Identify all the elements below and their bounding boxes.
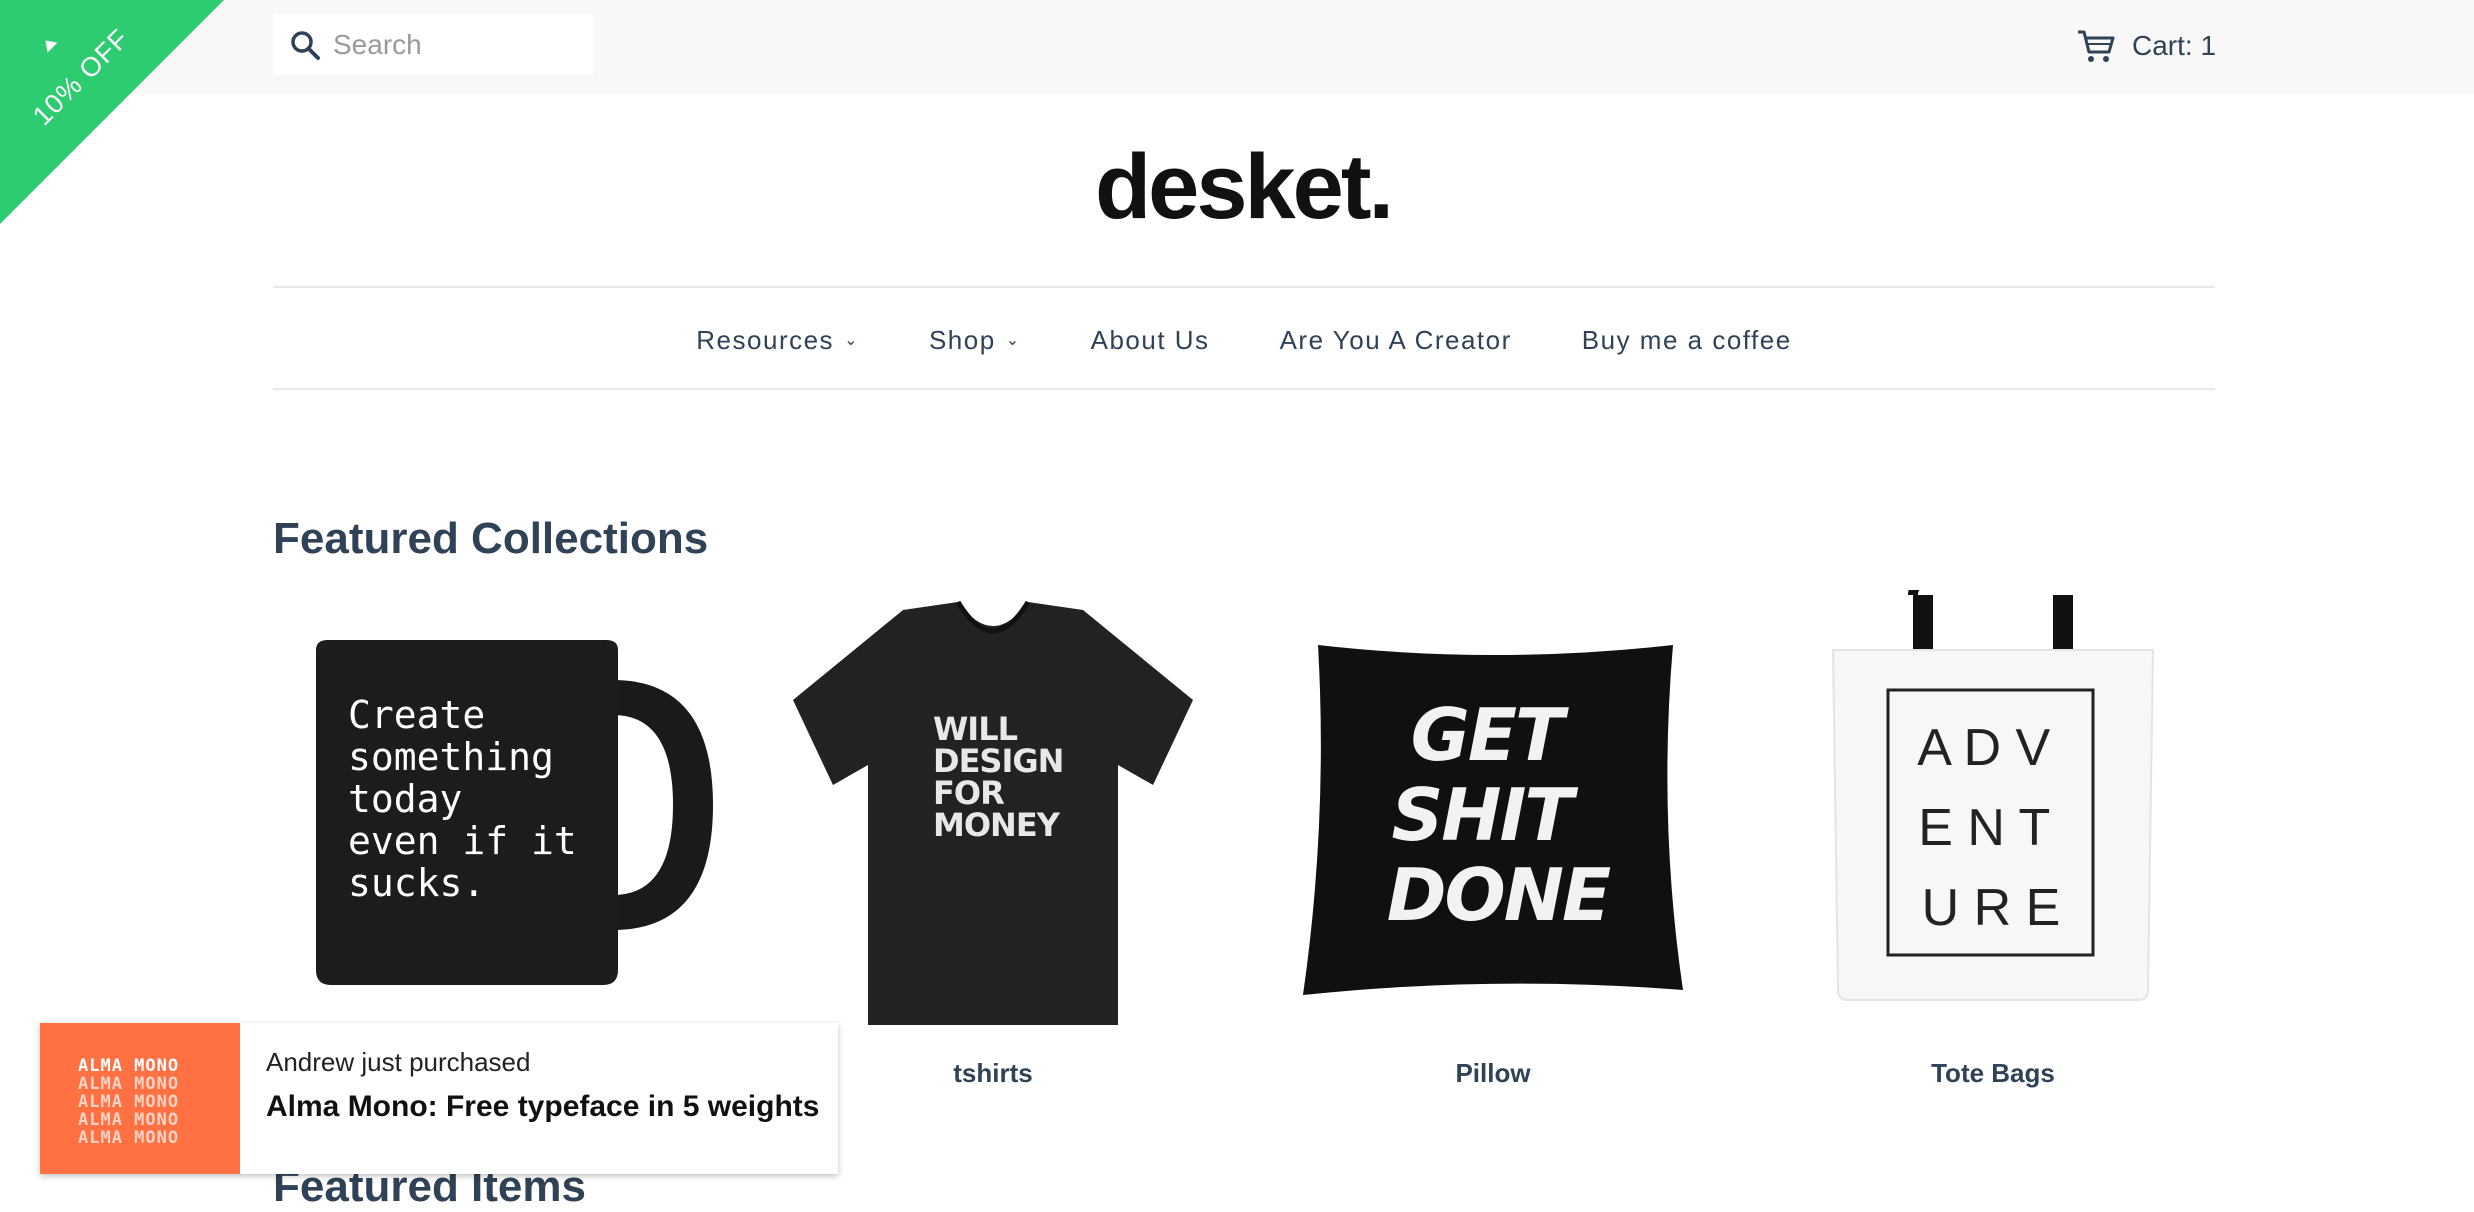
thumb-text-line: ALMA MONO — [78, 1092, 179, 1112]
search-icon — [291, 31, 320, 60]
nav-divider-bottom — [273, 388, 2215, 390]
tote-text-line: U R E — [1922, 879, 2061, 937]
svg-text:A D V E N T U R E: A D V E N T U R E — [1917, 719, 2064, 937]
tote-text-line: E N T — [1918, 799, 2049, 857]
pillow-image[interactable]: GET SHIT DONE — [1273, 590, 1713, 1030]
nav-item-label: Shop — [928, 324, 996, 355]
nav-item-label: About Us — [1090, 324, 1210, 355]
chevron-down-icon: ⌄ — [1005, 332, 1021, 349]
site-logo[interactable]: desket. — [1090, 140, 1396, 234]
pillow-text-line: GET — [1411, 693, 1569, 777]
section-title-featured-collections: Featured Collections — [273, 514, 709, 563]
main-nav: Resources ⌄ Shop ⌄ About Us Are You A Cr… — [273, 290, 2215, 390]
collection-card-tote-bags[interactable]: A D V E N T U R E Tote Bags — [1773, 590, 2213, 1110]
thumb-text-line: ALMA MONO — [78, 1128, 179, 1148]
chevron-down-icon: ⌄ — [844, 332, 859, 349]
logo-text: desket. — [1095, 140, 1391, 234]
discount-ribbon[interactable]: 10% OFF — [0, 0, 224, 224]
nav-item-shop[interactable]: Shop ⌄ — [929, 325, 1021, 356]
pillow-text-line: SHIT — [1391, 773, 1578, 857]
collection-label[interactable]: Pillow — [1273, 1058, 1713, 1089]
collection-label[interactable]: tshirts — [773, 1058, 1213, 1089]
mug-text-line: sucks. — [348, 861, 485, 905]
purchase-notification[interactable]: ALMA MONO ALMA MONO ALMA MONO ALMA MONO … — [40, 1023, 838, 1174]
tote-text-line: A D V — [1917, 719, 2050, 777]
collection-card-tshirts[interactable]: WILL DESIGN FOR MONEY tshirts — [773, 590, 1213, 1110]
collection-label[interactable]: Tote Bags — [1773, 1058, 2213, 1089]
nav-item-are-you-a-creator[interactable]: Are You A Creator — [1280, 325, 1512, 356]
top-bar: Cart: 1 — [0, 0, 2474, 94]
thumb-text-line: ALMA MONO — [78, 1056, 179, 1076]
nav-divider-top — [273, 286, 2215, 288]
nav-item-label: Are You A Creator — [1279, 324, 1512, 355]
nav-item-resources[interactable]: Resources ⌄ — [696, 325, 859, 356]
cart-label: Cart: 1 — [2132, 30, 2217, 61]
mug-text-line: Create — [348, 693, 485, 737]
tote-bag-image[interactable]: A D V E N T U R E — [1773, 590, 2213, 1030]
notification-title[interactable]: Alma Mono: Free typeface in 5 weights — [266, 1090, 819, 1124]
notification-body: Andrew just purchased Alma Mono: Free ty… — [240, 1023, 819, 1174]
mug-text-line: even if it — [348, 819, 577, 863]
tshirt-image[interactable]: WILL DESIGN FOR MONEY — [773, 590, 1213, 1030]
pillow-text-line: DONE — [1387, 853, 1611, 937]
mug-image[interactable]: Create something today even if it sucks. — [273, 590, 713, 1030]
alma-mono-thumb: ALMA MONO ALMA MONO ALMA MONO ALMA MONO … — [78, 1056, 190, 1148]
nav-item-about-us[interactable]: About Us — [1091, 325, 1210, 356]
nav-item-label: Buy me a coffee — [1581, 324, 1792, 355]
svg-text:ALMA MONO ALMA MONO: ALMA MONO ALMA MONO ALMA MONO ALMA MONO … — [78, 1056, 190, 1148]
search-box[interactable] — [273, 14, 594, 75]
collection-card-pillow[interactable]: GET SHIT DONE Pillow — [1273, 590, 1713, 1110]
search-input[interactable] — [333, 14, 588, 75]
nav-item-label: Resources — [696, 324, 835, 355]
nav-item-buy-me-a-coffee[interactable]: Buy me a coffee — [1582, 325, 1792, 356]
mug-text-line: something — [348, 735, 554, 779]
mug-text-line: today — [348, 777, 462, 821]
notification-thumbnail: ALMA MONO ALMA MONO ALMA MONO ALMA MONO … — [40, 1023, 240, 1174]
thumb-text-line: ALMA MONO — [78, 1110, 179, 1130]
tshirt-text-line: MONEY — [933, 806, 1061, 844]
cart-icon — [2078, 30, 2115, 62]
cart-link[interactable]: Cart: 1 — [2076, 24, 2216, 68]
notification-subtitle: Andrew just purchased — [266, 1047, 531, 1077]
svg-text:GET SHIT DONE: GET SHIT DONE — [1387, 693, 1611, 937]
thumb-text-line: ALMA MONO — [78, 1074, 179, 1094]
